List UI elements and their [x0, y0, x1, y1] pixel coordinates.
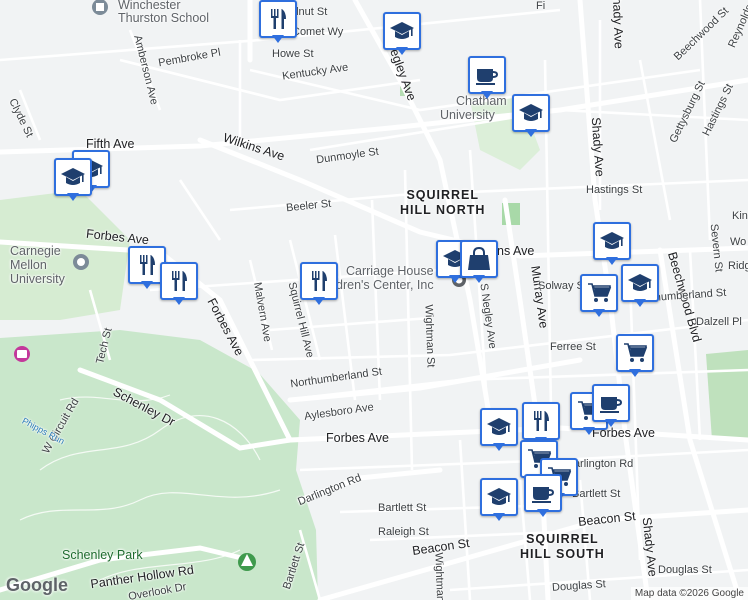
restaurant-icon — [522, 402, 560, 440]
map-attribution[interactable]: Map data ©2026 Google — [630, 587, 748, 600]
marker-tip — [634, 299, 646, 307]
coffee-icon — [524, 474, 562, 512]
label-comet-wy: Comet Wy — [292, 26, 344, 38]
label-bartlett-st-e: Bartlett St — [572, 488, 621, 500]
map-marker-school-4[interactable] — [54, 158, 92, 202]
label-bartlett-st-n: Bartlett St — [378, 502, 427, 514]
label-squirrel-hill-south: SQUIRREL HILL SOUTH — [520, 532, 605, 562]
label-ferree-st: Ferree St — [550, 341, 596, 353]
label-fifth-ave: Fifth Ave — [86, 137, 135, 151]
school-icon — [54, 158, 92, 196]
marker-tip — [272, 35, 284, 43]
label-carriage-house[interactable]: Carriage House — [346, 264, 434, 278]
label-squirrel: SQUIRREL — [406, 188, 480, 202]
map-marker-school-9[interactable] — [593, 222, 631, 266]
school-icon — [480, 408, 518, 446]
marker-tip — [605, 419, 617, 427]
coffee-icon — [468, 56, 506, 94]
map-marker-school-15[interactable] — [480, 408, 518, 452]
restaurant-icon — [259, 0, 297, 38]
google-logo[interactable]: Google — [6, 575, 68, 596]
cmu-poi-icon — [73, 254, 89, 270]
restaurant-icon — [160, 262, 198, 300]
cart-icon — [616, 334, 654, 372]
map-marker-shopping-bag-11[interactable] — [460, 240, 498, 284]
marker-tip — [493, 443, 505, 451]
label-chatham-university: University — [440, 108, 495, 122]
label-wo: Wo — [730, 236, 747, 248]
marker-tip — [173, 297, 185, 305]
cart-icon — [580, 274, 618, 312]
label-dalzell-pl: Dalzell Pl — [696, 316, 742, 328]
label-university-cmu: University — [10, 272, 65, 286]
marker-tip — [629, 369, 641, 377]
marker-tip — [606, 257, 618, 265]
marker-tip — [67, 193, 79, 201]
school-icon — [593, 222, 631, 260]
label-douglas-st-e: Douglas St — [658, 564, 712, 576]
label-ridg: Ridg — [728, 260, 748, 272]
school-icon — [480, 478, 518, 516]
marker-tip — [473, 275, 485, 283]
coffee-icon — [592, 384, 630, 422]
label-forbes-ave-s: Forbes Ave — [326, 431, 390, 445]
map-marker-cart-14[interactable] — [616, 334, 654, 378]
label-schenley-park: Schenley Park — [62, 548, 143, 562]
map-marker-coffee-18[interactable] — [592, 384, 630, 428]
marker-tip — [481, 91, 493, 99]
marker-tip — [493, 513, 505, 521]
school-icon — [383, 12, 421, 50]
map-marker-restaurant-7[interactable] — [160, 262, 198, 306]
label-hill-south: HILL SOUTH — [520, 547, 605, 561]
marker-tip — [313, 297, 325, 305]
label-howe-st: Howe St — [272, 48, 314, 60]
label-hill-north: HILL NORTH — [400, 203, 486, 217]
map-marker-coffee-1[interactable] — [468, 56, 506, 100]
winchester-poi-icon — [92, 0, 108, 15]
shopping-bag-icon — [460, 240, 498, 278]
marker-tip — [583, 427, 595, 435]
label-carriage-house-2[interactable]: dren's Center, Inc — [336, 278, 434, 292]
label-raleigh-st: Raleigh St — [378, 526, 429, 538]
map-marker-restaurant-8[interactable] — [300, 262, 338, 306]
label-mellon: Mellon — [10, 258, 47, 272]
school-icon — [621, 264, 659, 302]
label-hastings-st-mid: Hastings St — [586, 184, 643, 196]
label-fi: Fi — [536, 0, 546, 12]
marker-tip — [141, 281, 153, 289]
label-wightman-st-n: Wightman St — [422, 304, 437, 368]
label-squirrel-hill-north: SQUIRREL HILL NORTH — [400, 188, 485, 218]
map-marker-coffee-22[interactable] — [524, 474, 562, 518]
park-patch-east — [706, 350, 748, 440]
marker-tip — [396, 47, 408, 55]
label-carnegie: Carnegie — [10, 244, 61, 258]
marker-tip — [525, 129, 537, 137]
camera-poi-icon — [14, 346, 30, 362]
marker-tip — [537, 509, 549, 517]
restaurant-icon — [300, 262, 338, 300]
label-king: King — [732, 210, 748, 222]
map-marker-school-2[interactable] — [512, 94, 550, 138]
label-squirrel-s: SQUIRREL — [526, 532, 599, 546]
marker-tip — [593, 309, 605, 317]
label-thurston-school: Thurston School — [118, 11, 210, 25]
label-wightman-st-s: Wightman St — [432, 552, 447, 600]
label-shady-ave-n: Shady Ave — [609, 0, 626, 49]
school-icon — [512, 94, 550, 132]
map-marker-school-0[interactable] — [383, 12, 421, 56]
map-marker-school-13[interactable] — [621, 264, 659, 308]
map-view[interactable]: Fifth Ave Wilkins Ave kins Ave Forbes Av… — [0, 0, 748, 600]
park-tree-icon — [238, 553, 256, 571]
map-marker-restaurant-5[interactable] — [259, 0, 297, 44]
map-marker-cart-12[interactable] — [580, 274, 618, 318]
map-marker-school-21[interactable] — [480, 478, 518, 522]
